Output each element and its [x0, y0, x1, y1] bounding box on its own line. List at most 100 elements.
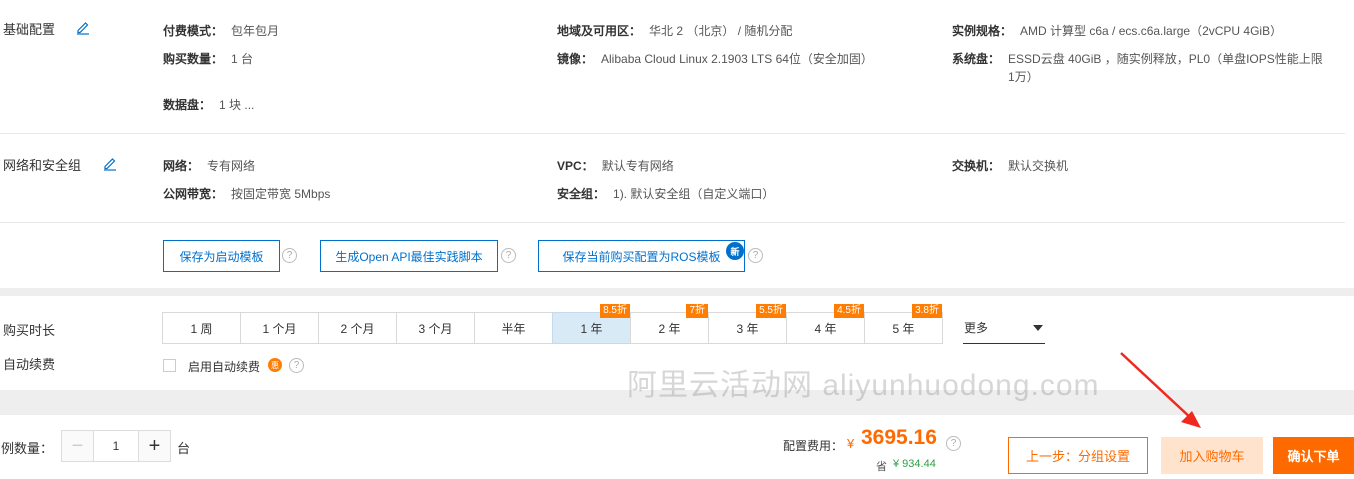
cost-label: 配置费用：: [783, 439, 844, 453]
billing-mode-value: 包年包月: [231, 24, 280, 38]
region-value: 华北 2 （北京） / 随机分配: [649, 24, 793, 38]
bandwidth-value: 按固定带宽 5Mbps: [231, 187, 331, 201]
region: 地域及可用区： 华北 2 （北京） / 随机分配: [557, 22, 792, 40]
vswitch-label: 交换机：: [952, 159, 1001, 173]
security-group-value: 1). 默认安全组（自定义端口）: [613, 187, 775, 201]
duration-option-label: 1 个月: [262, 321, 297, 336]
auto-renew-label: 自动续费: [3, 357, 56, 372]
duration-option[interactable]: 4 年 4.5折: [786, 304, 865, 344]
help-icon[interactable]: ?: [501, 248, 516, 263]
instance-qty-label: 例数量：: [1, 441, 54, 456]
save-ros-template-button[interactable]: 保存当前购买配置为ROS模板: [538, 240, 745, 272]
auto-renew-checkbox[interactable]: [163, 359, 176, 372]
vpc-label: VPC：: [557, 159, 594, 173]
savings-value: ¥ 934.44: [893, 458, 936, 470]
instance-qty-unit: 台: [177, 441, 191, 456]
discount-badge: 5.5折: [756, 304, 786, 318]
discount-badge: 7折: [686, 304, 708, 318]
discount-tag-icon: 惠: [268, 358, 282, 372]
vswitch-value: 默认交换机: [1008, 159, 1069, 173]
data-disk-value: 1 块 ...: [219, 98, 255, 112]
save-launch-template-button[interactable]: 保存为启动模板: [163, 240, 280, 272]
duration-option-label: 5 年: [892, 321, 915, 336]
data-disk: 数据盘： 1 块 ...: [163, 96, 254, 114]
generate-openapi-button[interactable]: 生成Open API最佳实践脚本: [320, 240, 498, 272]
system-disk-value: ESSD云盘 40GiB ，随实例释放，PL0（单盘IOPS性能上限1万）: [1008, 52, 1323, 84]
cost-value: 3695.16: [861, 426, 937, 449]
decrement-button[interactable]: −: [62, 431, 94, 461]
discount-badge: 4.5折: [834, 304, 864, 318]
image-label: 镜像：: [557, 52, 594, 66]
duration-option[interactable]: 1 年 8.5折: [552, 304, 631, 344]
duration-option[interactable]: 半年: [474, 312, 553, 344]
duration-option-label: 3 年: [736, 321, 759, 336]
instance-qty-stepper: − 1 +: [61, 430, 171, 462]
system-disk: 系统盘： ESSD云盘 40GiB ，随实例释放，PL0（单盘IOPS性能上限1万…: [952, 50, 1332, 86]
auto-renew-checkbox-label[interactable]: 启用自动续费: [188, 358, 260, 375]
image-value: Alibaba Cloud Linux 2.1903 LTS 64位（安全加固）: [601, 52, 873, 66]
security-group-label: 安全组：: [557, 187, 606, 201]
duration-option[interactable]: 5 年 3.8折: [864, 304, 943, 344]
duration-option-label: 2 年: [658, 321, 681, 336]
duration-selector: 1 周1 个月 2 个月 3 个月 半年 1 年 8.5折 2 年 7折 3 年 5.5折 4 年4…: [162, 304, 943, 344]
bandwidth-label: 公网带宽：: [163, 187, 224, 201]
instance-spec-value: AMD 计算型 c6a / ecs.c6a.large（2vCPU 4GiB）: [1020, 24, 1283, 38]
more-duration-label: 更多: [964, 321, 989, 335]
vpc-value: 默认专有网络: [601, 159, 674, 173]
more-duration-dropdown[interactable]: 更多: [963, 312, 1045, 344]
duration-option[interactable]: 3 个月: [396, 312, 475, 344]
help-icon[interactable]: ?: [748, 248, 763, 263]
duration-option-label: 1 年: [580, 321, 603, 336]
order-confirm-page: 基础配置 付费模式： 包年包月 地域及可用区： 华北 2 （北京） / 随机分配 实…: [0, 0, 1354, 479]
add-to-cart-button[interactable]: 加入购物车: [1161, 437, 1263, 474]
duration-option-label: 3 个月: [418, 321, 453, 336]
edit-network-icon[interactable]: [102, 155, 118, 171]
duration-option[interactable]: 2 年 7折: [630, 304, 709, 344]
network-type: 网络： 专有网络: [163, 157, 255, 175]
section-separator: [0, 288, 1354, 296]
purchase-qty-label: 购买数量：: [163, 52, 224, 66]
system-disk-label: 系统盘：: [952, 52, 1001, 66]
duration-label: 购买时长: [3, 323, 56, 338]
help-icon[interactable]: ?: [282, 248, 297, 263]
instance-qty-value[interactable]: 1: [94, 431, 138, 461]
billing-mode-label: 付费模式：: [163, 24, 224, 38]
region-label: 地域及可用区：: [557, 24, 642, 38]
purchase-qty-value: 1 台: [231, 52, 254, 66]
duration-option[interactable]: 3 年 5.5折: [708, 304, 787, 344]
basic-config-title: 基础配置: [3, 22, 56, 37]
security-group: 安全组： 1). 默认安全组（自定义端口）: [557, 185, 774, 203]
currency-symbol: ¥: [847, 436, 855, 451]
instance-spec: 实例规格： AMD 计算型 c6a / ecs.c6a.large（2vCPU 4…: [952, 22, 1282, 40]
duration-option[interactable]: 1 个月: [240, 312, 319, 344]
edit-basic-icon[interactable]: [75, 19, 91, 35]
savings-label: 省: [876, 461, 887, 473]
network-config-title: 网络和安全组: [3, 158, 82, 173]
duration-option-label: 半年: [501, 321, 526, 336]
duration-option-label: 4 年: [814, 321, 837, 336]
new-badge: 新: [726, 242, 744, 260]
duration-option[interactable]: 1 周: [162, 312, 241, 344]
instance-spec-label: 实例规格：: [952, 24, 1013, 38]
discount-badge: 8.5折: [600, 304, 630, 318]
purchase-qty: 购买数量： 1 台: [163, 50, 253, 68]
billing-mode: 付费模式： 包年包月: [163, 22, 279, 40]
image: 镜像： Alibaba Cloud Linux 2.1903 LTS 64位（安全…: [557, 50, 873, 68]
network-type-value: 专有网络: [207, 159, 256, 173]
help-icon[interactable]: ?: [289, 358, 304, 373]
divider: [0, 133, 1345, 134]
bandwidth: 公网带宽： 按固定带宽 5Mbps: [163, 185, 330, 203]
duration-option-label: 2 个月: [340, 321, 375, 336]
duration-option[interactable]: 2 个月: [318, 312, 397, 344]
divider: [0, 222, 1345, 223]
help-icon[interactable]: ?: [946, 436, 961, 451]
data-disk-label: 数据盘：: [163, 98, 212, 112]
duration-option-label: 1 周: [190, 321, 213, 336]
increment-button[interactable]: +: [138, 431, 170, 461]
previous-step-button[interactable]: 上一步：分组设置: [1008, 437, 1148, 474]
vswitch: 交换机： 默认交换机: [952, 157, 1068, 175]
network-type-label: 网络：: [163, 159, 200, 173]
confirm-order-button[interactable]: 确认下单: [1273, 437, 1354, 474]
caret-down-icon: [1033, 324, 1043, 331]
vpc: VPC： 默认专有网络: [557, 157, 674, 175]
